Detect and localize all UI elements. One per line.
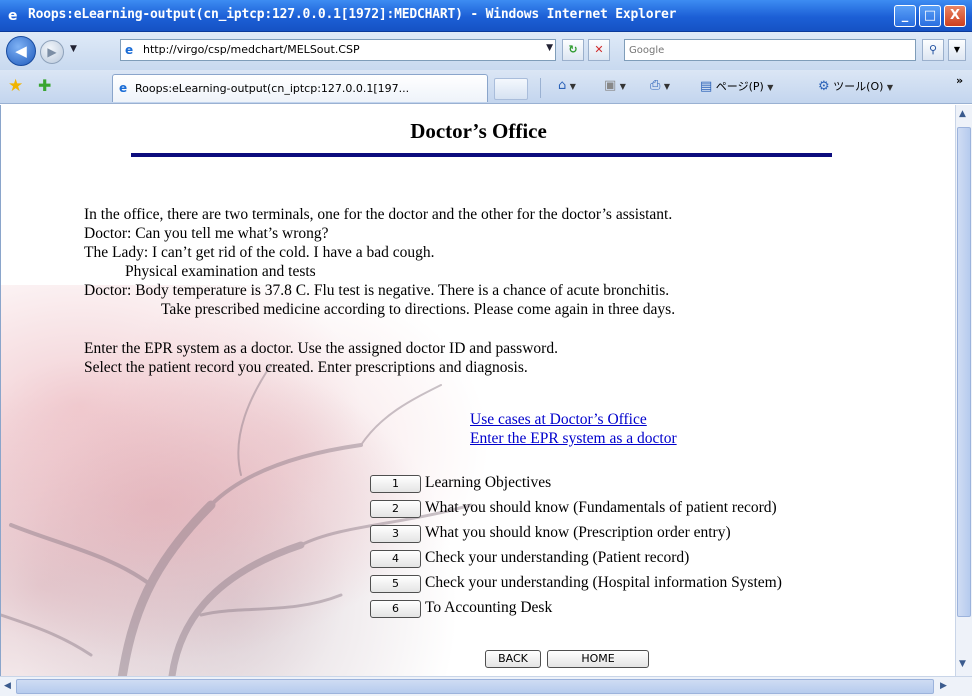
use-cases-link[interactable]: Use cases at Doctor’s Office <box>470 410 677 429</box>
scroll-right-icon[interactable]: ▶ <box>940 681 947 691</box>
menu-label: What you should know (Prescription order… <box>425 524 731 541</box>
menu-button-5[interactable]: 5 <box>370 575 421 593</box>
menu-label: What you should know (Fundamentals of pa… <box>425 499 777 516</box>
minimize-button[interactable]: _ <box>894 5 916 27</box>
menu-button-2[interactable]: 2 <box>370 500 421 518</box>
vertical-scrollbar[interactable]: ▲ ▼ <box>955 105 972 676</box>
refresh-icon[interactable]: ↻ <box>562 39 584 61</box>
search-icon[interactable]: ⚲ <box>922 39 944 61</box>
page-content: Doctor’s Office In the office, there are… <box>0 105 955 676</box>
tools-menu[interactable]: ⚙ ツール(O) ▼ <box>818 78 893 94</box>
address-bar[interactable]: e http://virgo/csp/medchart/MELSout.CSP … <box>120 39 556 61</box>
vertical-scroll-thumb[interactable] <box>957 127 971 617</box>
title-underline <box>131 153 832 157</box>
search-field[interactable] <box>624 39 916 61</box>
menu-label: Check your understanding (Hospital infor… <box>425 574 782 591</box>
menu-button-6[interactable]: 6 <box>370 600 421 618</box>
tools-menu-label: ツール(O) <box>833 80 884 93</box>
dialogue-line: The Lady: I can’t get rid of the cold. I… <box>84 244 435 261</box>
new-tab-button[interactable] <box>494 78 528 100</box>
search-options-icon[interactable]: ▼ <box>948 39 966 61</box>
scroll-down-icon[interactable]: ▼ <box>959 659 966 669</box>
ie-logo-icon: e <box>8 8 18 24</box>
dialogue-line: Doctor: Body temperature is 37.8 C. Flu … <box>84 282 670 299</box>
tab-current[interactable]: e Roops:eLearning-output(cn_iptcp:127.0.… <box>112 74 488 102</box>
scroll-up-icon[interactable]: ▲ <box>959 109 966 119</box>
dialogue-line: Doctor: Can you tell me what’s wrong? <box>84 225 329 242</box>
history-dropdown-icon[interactable]: ▼ <box>70 44 77 54</box>
stop-icon[interactable]: ✕ <box>588 39 610 61</box>
back-button[interactable]: BACK <box>485 650 541 668</box>
favorites-star-icon[interactable]: ★ <box>8 76 23 96</box>
tab-toolbar: ★ ✚ e Roops:eLearning-output(cn_iptcp:12… <box>0 70 972 104</box>
intro-line: In the office, there are two terminals, … <box>84 206 673 223</box>
search-input[interactable] <box>625 40 915 61</box>
forward-arrow-icon[interactable]: ▶ <box>40 40 64 64</box>
menu-label: Check your understanding (Patient record… <box>425 549 690 566</box>
dialogue-line: Physical examination and tests <box>125 263 316 280</box>
enter-epr-link[interactable]: Enter the EPR system as a doctor <box>470 429 677 448</box>
more-commands-chevron[interactable]: » <box>956 74 963 87</box>
links-block: Use cases at Doctor’s Office Enter the E… <box>470 410 677 448</box>
url-text: http://virgo/csp/medchart/MELSout.CSP <box>143 43 360 56</box>
menu-label: To Accounting Desk <box>425 599 553 616</box>
address-dropdown-icon[interactable]: ▼ <box>546 43 553 53</box>
window-title-bar[interactable]: e Roops:eLearning-output(cn_iptcp:127.0.… <box>0 0 972 32</box>
feeds-icon[interactable]: ▣ ▼ <box>604 78 626 93</box>
close-button[interactable]: X <box>944 5 966 27</box>
menu-label: Learning Objectives <box>425 474 552 491</box>
home-button[interactable]: HOME <box>547 650 649 668</box>
window-title: Roops:eLearning-output(cn_iptcp:127.0.0.… <box>28 7 677 22</box>
menu-button-1[interactable]: 1 <box>370 475 421 493</box>
scroll-left-icon[interactable]: ◀ <box>4 681 11 691</box>
print-icon[interactable]: ⎙ ▼ <box>650 78 670 93</box>
page-title: Doctor’s Office <box>410 119 547 143</box>
tab-page-icon: e <box>119 81 128 95</box>
page-menu-label: ページ(P) <box>715 80 764 93</box>
address-toolbar: ◀ ▶ ▼ e http://virgo/csp/medchart/MELSou… <box>0 32 972 70</box>
add-favorites-icon[interactable]: ✚ <box>38 76 51 95</box>
back-arrow-icon[interactable]: ◀ <box>6 36 36 66</box>
menu-button-3[interactable]: 3 <box>370 525 421 543</box>
instruction-line: Select the patient record you created. E… <box>84 359 528 376</box>
maximize-button[interactable]: □ <box>919 5 941 27</box>
instruction-line: Enter the EPR system as a doctor. Use th… <box>84 340 558 357</box>
tab-label: Roops:eLearning-output(cn_iptcp:127.0.0.… <box>135 82 410 95</box>
menu-button-4[interactable]: 4 <box>370 550 421 568</box>
toolbar-divider <box>540 78 541 98</box>
page-menu[interactable]: ▤ ページ(P) ▼ <box>700 78 773 94</box>
page-icon: e <box>125 43 134 57</box>
horizontal-scroll-thumb[interactable] <box>16 679 934 694</box>
horizontal-scrollbar[interactable]: ◀ ▶ <box>0 676 972 696</box>
home-icon[interactable]: ⌂ ▼ <box>558 78 576 93</box>
dialogue-line: Take prescribed medicine according to di… <box>161 301 676 318</box>
